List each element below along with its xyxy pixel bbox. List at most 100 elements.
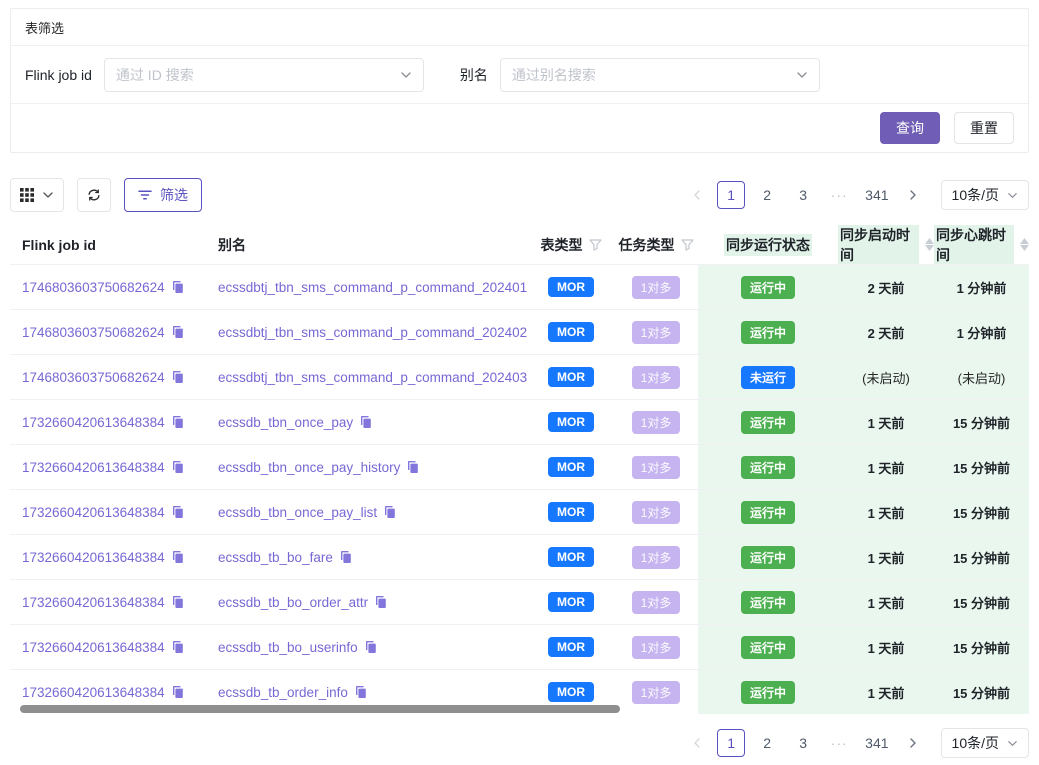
page-button-1[interactable]: 1: [717, 181, 745, 209]
column-header-table-type[interactable]: 表类型: [528, 225, 614, 264]
page-button-3[interactable]: 3: [789, 181, 817, 209]
page-button-1[interactable]: 1: [717, 729, 745, 757]
copy-icon[interactable]: [171, 640, 185, 654]
alias-link[interactable]: ecssdb_tbn_once_pay: [218, 415, 353, 430]
copy-icon[interactable]: [374, 595, 388, 609]
alias-link[interactable]: ecssdb_tb_bo_userinfo: [218, 640, 358, 655]
copy-icon[interactable]: [339, 550, 353, 564]
filter-actions: 查询 重置: [11, 104, 1028, 152]
alias-link[interactable]: ecssdb_tb_bo_order_attr: [218, 595, 368, 610]
next-page-button[interactable]: [901, 181, 925, 209]
sorter-icon[interactable]: [925, 238, 934, 251]
page-button-341[interactable]: 341: [861, 181, 892, 209]
next-page-button[interactable]: [901, 729, 925, 757]
horizontal-scrollbar[interactable]: [20, 705, 620, 713]
flink-job-id-link[interactable]: 1732660420613648384: [22, 550, 165, 565]
status-badge: 运行中: [741, 501, 795, 524]
status-badge: 运行中: [741, 456, 795, 479]
copy-icon[interactable]: [171, 370, 185, 384]
table-type-badge: MOR: [548, 277, 594, 297]
table-type-badge: MOR: [548, 637, 594, 657]
copy-icon[interactable]: [171, 550, 185, 564]
table-row: 1732660420613648384 ecssdb_tb_bo_userinf…: [10, 624, 1029, 669]
filter-button[interactable]: 筛选: [124, 178, 202, 212]
copy-icon[interactable]: [354, 685, 368, 699]
filter-funnel-icon[interactable]: [589, 239, 602, 251]
copy-icon[interactable]: [359, 415, 373, 429]
copy-icon[interactable]: [171, 505, 185, 519]
flink-job-id-link[interactable]: 1746803603750682624: [22, 325, 165, 340]
data-table: Flink job id 别名 表类型 任务类型 同步运行状态 同步启动时间 同…: [10, 225, 1029, 714]
refresh-button[interactable]: [77, 178, 111, 212]
start-time: 1 天前: [868, 683, 905, 702]
flink-job-id-link[interactable]: 1732660420613648384: [22, 415, 165, 430]
copy-icon[interactable]: [171, 595, 185, 609]
column-header-sync-start-time[interactable]: 同步启动时间: [838, 225, 934, 264]
page-button-2[interactable]: 2: [753, 181, 781, 209]
alias-link[interactable]: ecssdbtj_tbn_sms_command_p_command_20240…: [218, 325, 527, 340]
query-button[interactable]: 查询: [880, 112, 940, 144]
flink-job-id-link[interactable]: 1732660420613648384: [22, 505, 165, 520]
sorter-icon[interactable]: [1020, 238, 1029, 251]
task-type-badge: 1对多: [632, 411, 681, 434]
alias-link[interactable]: ecssdb_tb_order_info: [218, 685, 348, 700]
copy-icon[interactable]: [171, 280, 185, 294]
chevron-down-icon: [1007, 190, 1018, 201]
prev-page-button[interactable]: [685, 729, 709, 757]
status-badge: 运行中: [741, 636, 795, 659]
start-time: 2 天前: [868, 278, 905, 297]
table-type-badge: MOR: [548, 682, 594, 702]
alias-link[interactable]: ecssdb_tbn_once_pay_list: [218, 505, 377, 520]
table-type-badge: MOR: [548, 502, 594, 522]
column-header-sync-status: 同步运行状态: [698, 225, 838, 264]
status-badge: 运行中: [741, 681, 795, 704]
heartbeat-time: (未启动): [958, 368, 1006, 387]
prev-page-button[interactable]: [685, 181, 709, 209]
flink-job-id-link[interactable]: 1746803603750682624: [22, 370, 165, 385]
top-pagination: 123···34110条/页: [685, 180, 1029, 210]
task-type-badge: 1对多: [632, 321, 681, 344]
page-size-select[interactable]: 10条/页: [941, 180, 1029, 210]
copy-icon[interactable]: [171, 685, 185, 699]
filter-funnel-icon[interactable]: [681, 239, 694, 251]
flink-job-id-link[interactable]: 1732660420613648384: [22, 685, 165, 700]
table-row: 1732660420613648384 ecssdb_tb_bo_order_a…: [10, 579, 1029, 624]
task-type-badge: 1对多: [632, 366, 681, 389]
column-header-alias: 别名: [208, 225, 528, 264]
table-body: 1746803603750682624 ecssdbtj_tbn_sms_com…: [10, 264, 1029, 714]
copy-icon[interactable]: [171, 415, 185, 429]
task-type-badge: 1对多: [632, 276, 681, 299]
page-size-select[interactable]: 10条/页: [941, 728, 1029, 758]
alias-select[interactable]: 通过别名搜索: [500, 58, 820, 92]
page-button-341[interactable]: 341: [861, 729, 892, 757]
flink-job-id-link[interactable]: 1732660420613648384: [22, 460, 165, 475]
refresh-icon: [87, 187, 101, 203]
flink-job-id-link[interactable]: 1732660420613648384: [22, 595, 165, 610]
task-type-badge: 1对多: [632, 681, 681, 704]
copy-icon[interactable]: [383, 505, 397, 519]
copy-icon[interactable]: [406, 460, 420, 474]
status-badge: 运行中: [741, 546, 795, 569]
alias-link[interactable]: ecssdbtj_tbn_sms_command_p_command_20240…: [218, 280, 527, 295]
flink-job-id-link[interactable]: 1746803603750682624: [22, 280, 165, 295]
column-header-task-type[interactable]: 任务类型: [614, 225, 698, 264]
copy-icon[interactable]: [364, 640, 378, 654]
flink-job-id-link[interactable]: 1732660420613648384: [22, 640, 165, 655]
alias-link[interactable]: ecssdb_tbn_once_pay_history: [218, 460, 400, 475]
alias-link[interactable]: ecssdbtj_tbn_sms_command_p_command_20240…: [218, 370, 527, 385]
column-settings-button[interactable]: [10, 178, 64, 212]
chevron-down-icon: [42, 189, 54, 201]
heartbeat-time: 15 分钟前: [953, 593, 1010, 612]
start-time: 1 天前: [868, 503, 905, 522]
alias-link[interactable]: ecssdb_tb_bo_fare: [218, 550, 333, 565]
copy-icon[interactable]: [171, 460, 185, 474]
table-row: 1732660420613648384 ecssdb_tbn_once_pay_…: [10, 489, 1029, 534]
copy-icon[interactable]: [171, 325, 185, 339]
flink-job-id-select[interactable]: 通过 ID 搜索: [104, 58, 424, 92]
page-button-3[interactable]: 3: [789, 729, 817, 757]
heartbeat-time: 1 分钟前: [957, 323, 1007, 342]
reset-button[interactable]: 重置: [954, 112, 1014, 144]
heartbeat-time: 15 分钟前: [953, 413, 1010, 432]
page-button-2[interactable]: 2: [753, 729, 781, 757]
column-header-sync-heartbeat-time[interactable]: 同步心跳时间: [934, 225, 1029, 264]
